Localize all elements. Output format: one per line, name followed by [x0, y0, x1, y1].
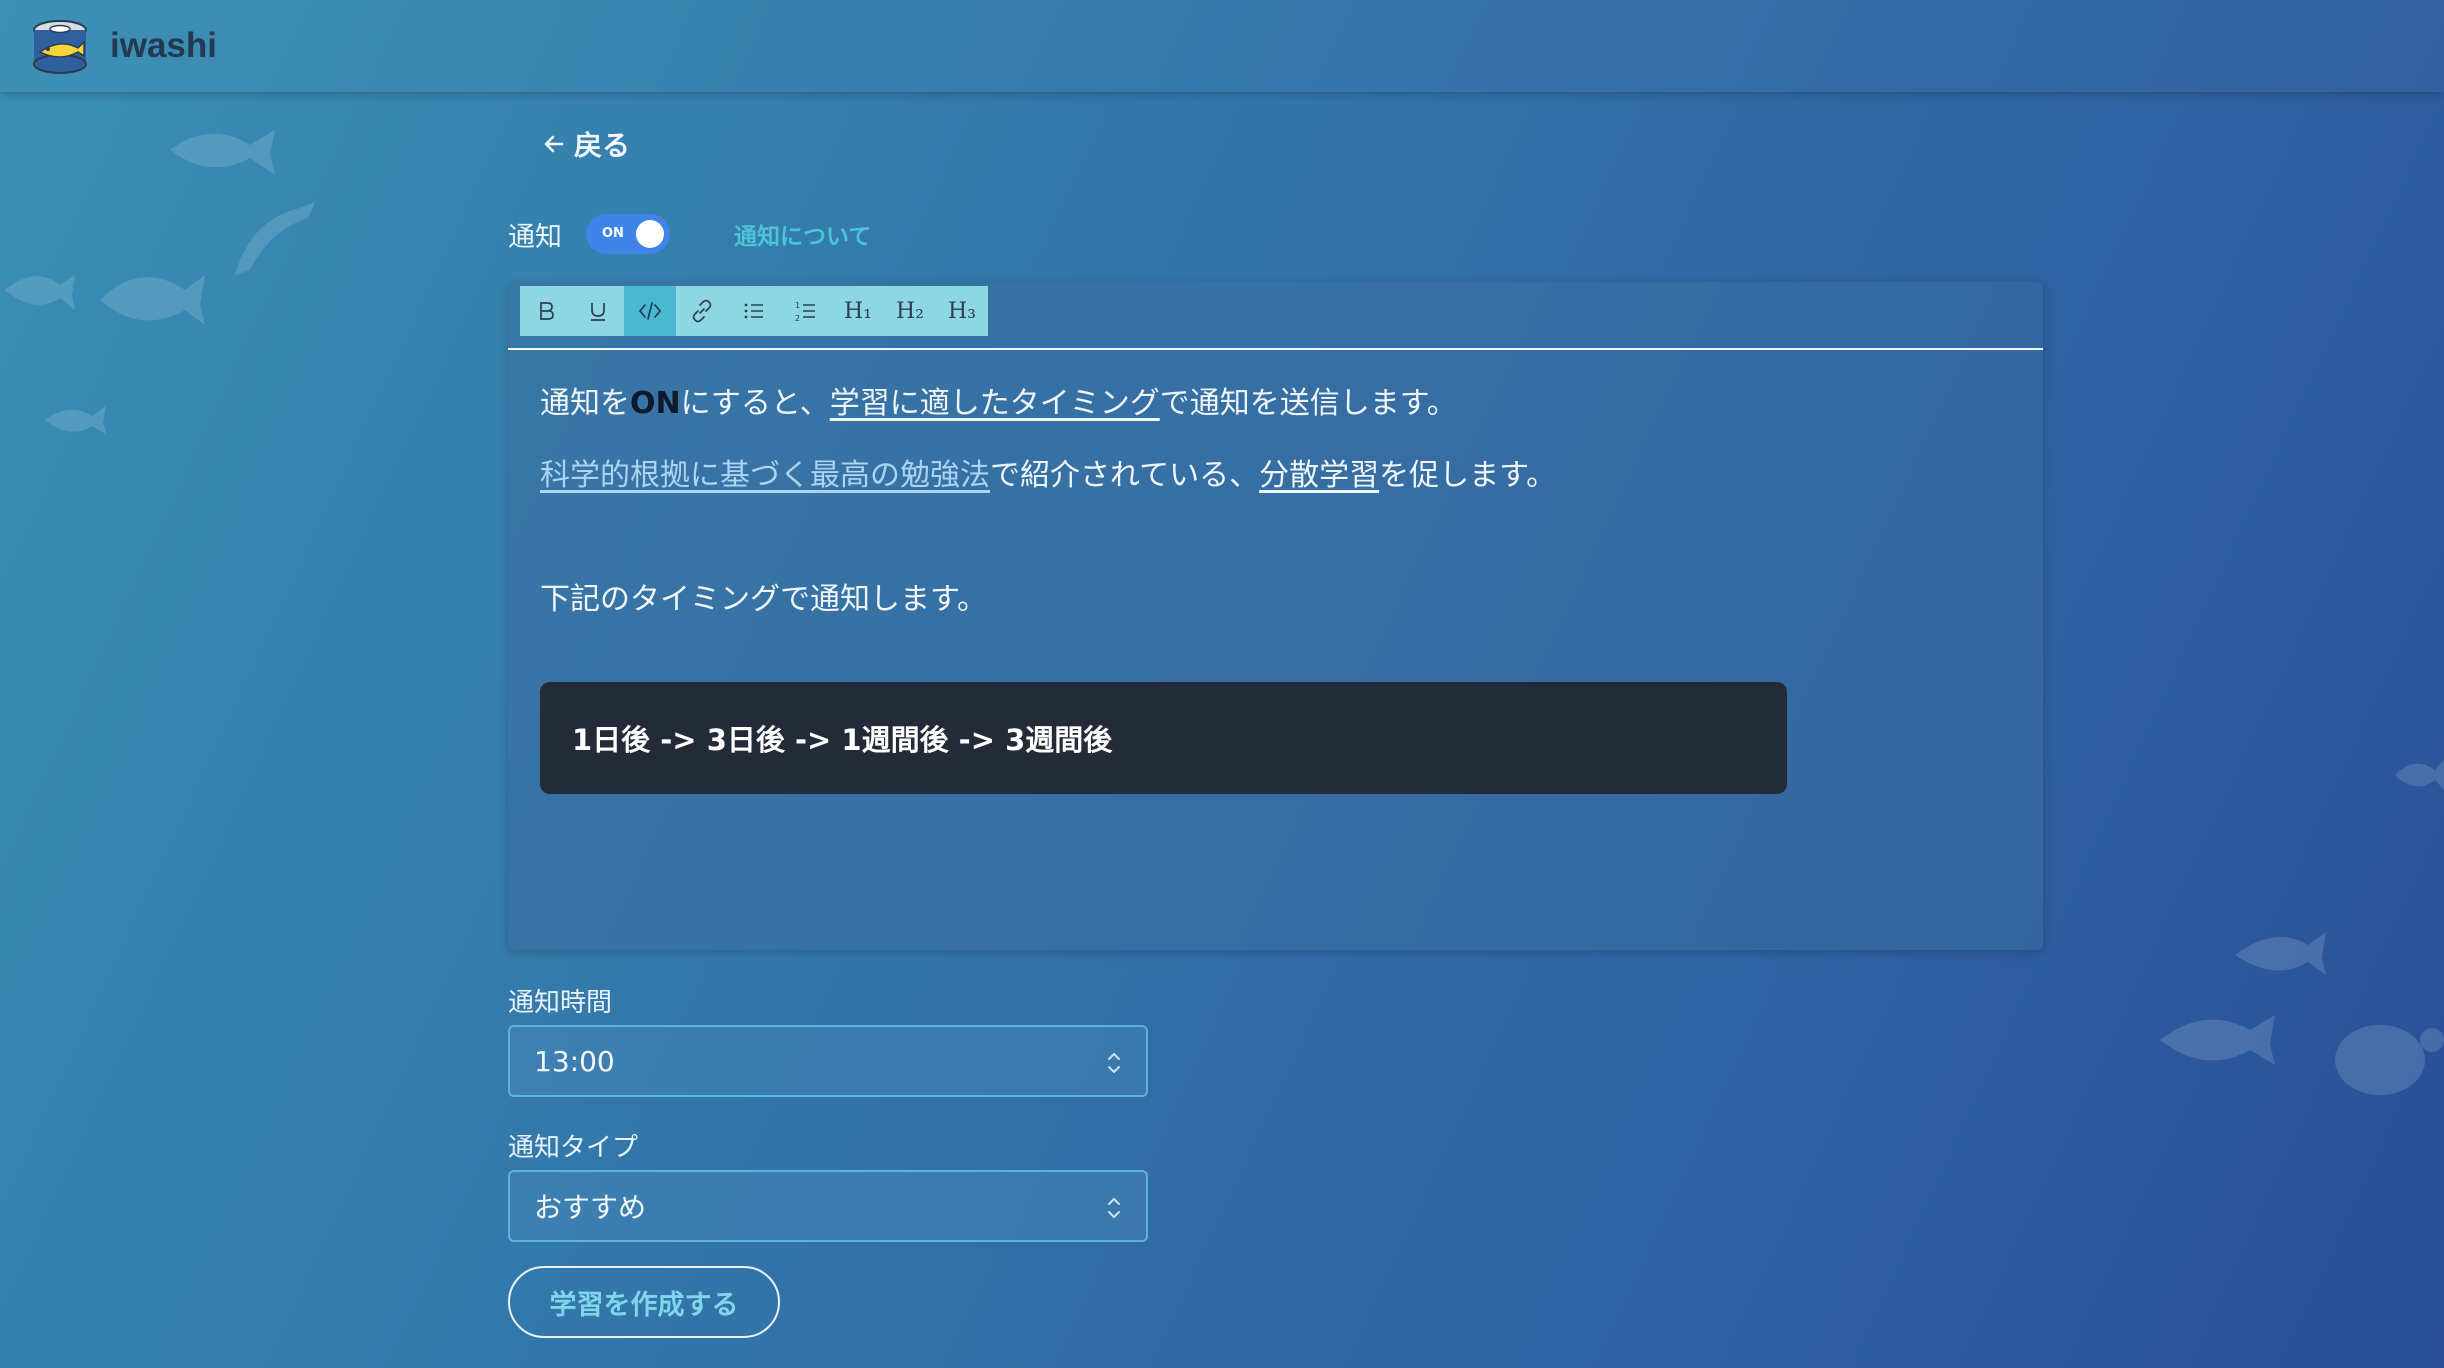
fish-decoration-icon	[2395, 760, 2444, 790]
notification-time-label: 通知時間	[508, 988, 613, 1018]
numbered-list-button[interactable]: 12	[780, 286, 832, 336]
fish-decoration-icon	[170, 130, 275, 175]
paragraph-2: 科学的根拠に基づく最高の勉強法で紹介されている、分散学習を促します。	[540, 458, 1556, 494]
heading-3-button[interactable]: H₃	[936, 286, 988, 336]
notification-label: 通知	[508, 221, 562, 253]
heading-1-glyph: H₁	[843, 298, 872, 324]
p2-text-2: を促します。	[1379, 458, 1557, 493]
heading-3-glyph: H₃	[947, 298, 976, 324]
notification-type-value: おすすめ	[534, 1191, 647, 1224]
chevron-up-down-icon	[1108, 1052, 1120, 1074]
timing-underline-text: 学習に適したタイミング	[829, 386, 1160, 421]
fish-decoration-icon	[2235, 932, 2326, 975]
back-label: 戻る	[574, 129, 631, 162]
app-name[interactable]: iwashi	[110, 26, 217, 66]
chevron-up-down-icon	[1108, 1197, 1120, 1219]
p1-on-text: ON	[630, 386, 681, 421]
sardine-can-logo-icon[interactable]	[30, 16, 90, 76]
svg-text:1: 1	[795, 301, 800, 310]
spaced-learning-underline-text: 分散学習	[1259, 458, 1380, 493]
toggle-state-text: ON	[602, 226, 624, 241]
bullet-list-icon	[744, 303, 763, 319]
notification-time-select[interactable]: 13:00	[508, 1025, 1148, 1097]
about-notification-link[interactable]: 通知について	[734, 217, 871, 251]
bold-icon	[540, 302, 554, 320]
arrow-left-icon	[544, 135, 564, 153]
code-icon	[638, 302, 662, 320]
fish-decoration-icon	[45, 406, 106, 434]
top-bar: iwashi	[0, 0, 2444, 92]
toolbar-divider	[508, 348, 2043, 350]
back-button[interactable]: 戻る	[542, 124, 630, 164]
notification-time-value: 13:00	[534, 1044, 615, 1078]
p1-text-3: で通知を送信します。	[1159, 386, 1457, 421]
rich-text-editor[interactable]: 12 H₁ H₂ H₃ 通知をONにすると、学習に適したタイミングで通知を送信し…	[508, 282, 2043, 950]
bold-button[interactable]	[520, 286, 572, 336]
study-method-link[interactable]: 科学的根拠に基づく最高の勉強法	[540, 458, 990, 493]
bullet-list-button[interactable]	[728, 286, 780, 336]
fish-decoration-icon	[2160, 1015, 2275, 1065]
paragraph-1: 通知をONにすると、学習に適したタイミングで通知を送信します。	[540, 386, 1457, 422]
code-block: 1日後 -> 3日後 -> 1週間後 -> 3週間後	[540, 682, 1787, 794]
fish-decoration-icon	[5, 275, 75, 310]
editor-toolbar: 12 H₁ H₂ H₃	[520, 286, 988, 336]
underline-button[interactable]	[572, 286, 624, 336]
fish-decoration-icon	[100, 275, 205, 325]
link-icon	[692, 299, 712, 323]
code-button[interactable]	[624, 286, 676, 336]
notification-type-select[interactable]: おすすめ	[508, 1170, 1148, 1242]
paragraph-3: 下記のタイミングで通知します。	[540, 582, 987, 617]
underline-icon	[591, 303, 605, 321]
heading-1-button[interactable]: H₁	[832, 286, 884, 336]
p1-text: 通知を	[540, 386, 630, 421]
heading-2-button[interactable]: H₂	[884, 286, 936, 336]
p1-text-2: にすると、	[680, 386, 830, 421]
p2-text: で紹介されている、	[990, 458, 1260, 493]
notification-type-label: 通知タイプ	[508, 1133, 639, 1163]
toggle-knob	[636, 220, 664, 248]
create-study-button[interactable]: 学習を作成する	[508, 1266, 780, 1338]
numbered-list-icon: 12	[795, 301, 815, 323]
heading-2-glyph: H₂	[895, 298, 924, 324]
notification-toggle[interactable]: ON	[586, 214, 670, 254]
svg-text:2: 2	[795, 314, 800, 323]
turtle-decoration-icon	[2335, 1025, 2444, 1095]
dolphin-decoration-icon	[235, 202, 315, 275]
notification-row: 通知 ON 通知について	[508, 212, 871, 256]
link-button[interactable]	[676, 286, 728, 336]
